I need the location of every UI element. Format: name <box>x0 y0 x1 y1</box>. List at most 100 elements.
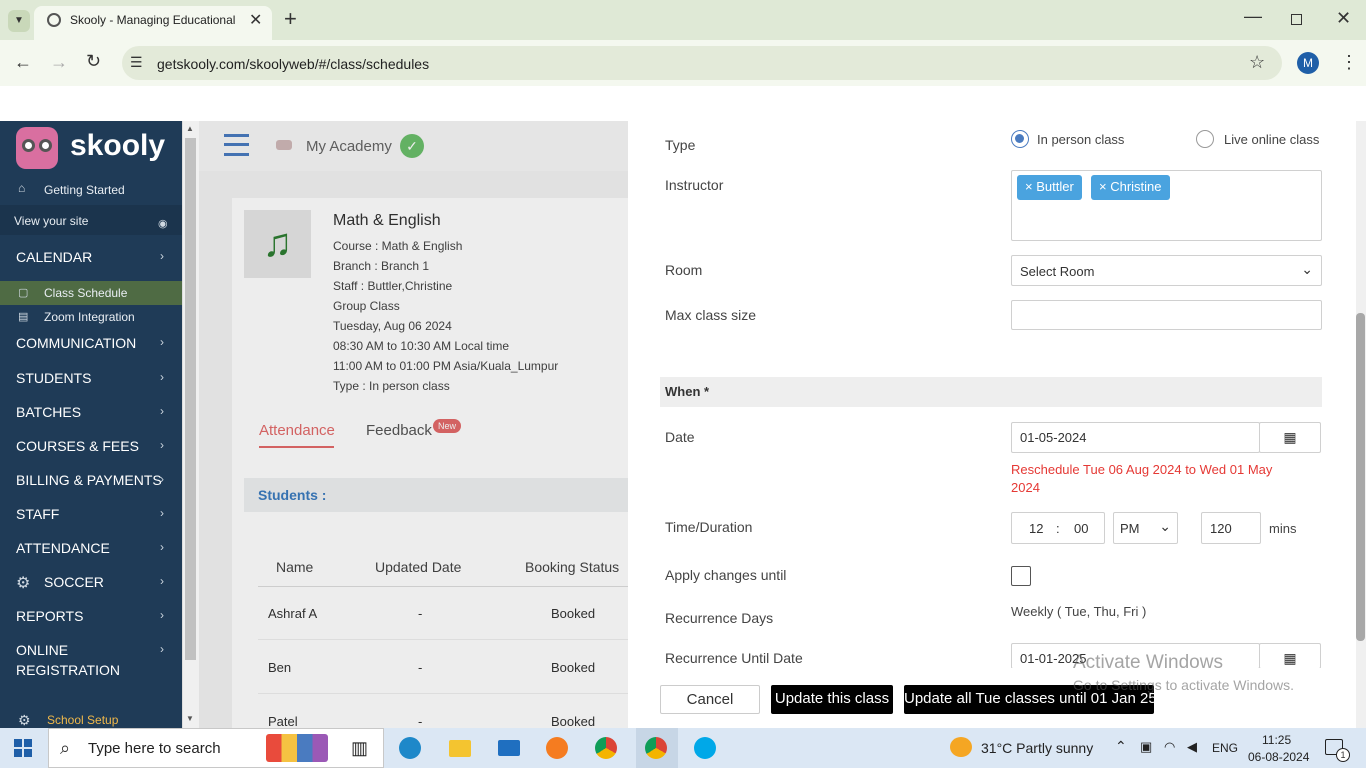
apply-until-label: Apply changes until <box>665 567 787 583</box>
remove-tag-icon[interactable]: × <box>1099 179 1110 194</box>
windows-start-icon[interactable] <box>14 739 32 757</box>
time-input[interactable]: 12 : 00 <box>1011 512 1105 544</box>
zoom-icon: ▤ <box>18 311 29 323</box>
chevron-down-icon: ▼ <box>14 15 24 26</box>
instructor-tag[interactable]: × Buttler <box>1017 175 1082 200</box>
cancel-button[interactable]: Cancel <box>660 685 760 714</box>
firefox-icon[interactable] <box>546 737 568 759</box>
radio-live-online-label[interactable]: Live online class <box>1224 132 1319 147</box>
when-label: When * <box>665 384 710 399</box>
instructor-tag[interactable]: × Christine <box>1091 175 1170 200</box>
chrome-icon[interactable] <box>595 737 617 759</box>
update-this-class-button[interactable]: Update this class <box>771 685 893 714</box>
sidebar: skooly ⌂ Getting Started View your site … <box>0 121 182 728</box>
sidebar-item-calendar[interactable]: CALENDAR <box>16 249 92 265</box>
eye-icon[interactable]: ◉ <box>158 217 168 230</box>
sidebar-item-courses-fees[interactable]: COURSES & FEES <box>16 438 139 454</box>
chevron-right-icon: › <box>160 404 164 418</box>
restore-icon[interactable] <box>1291 14 1302 25</box>
calendar-small-icon: ▢ <box>18 287 29 299</box>
sidebar-scroll-thumb[interactable] <box>185 138 196 660</box>
chevron-right-icon: › <box>160 335 164 349</box>
radio-in-person-label[interactable]: In person class <box>1037 132 1124 147</box>
recurrence-days-value: Weekly ( Tue, Thu, Fri ) <box>1011 604 1147 619</box>
sidebar-item-view-site[interactable]: View your site <box>14 214 88 228</box>
chevron-right-icon: › <box>160 608 164 622</box>
tab-search-button[interactable]: ▼ <box>8 10 30 32</box>
when-section-bar <box>660 377 1322 407</box>
calendar-icon[interactable]: ▦ <box>1259 422 1321 453</box>
school-setup-gear-icon: ⚙ <box>18 712 31 728</box>
back-icon[interactable]: ← <box>14 52 32 73</box>
forward-icon[interactable]: → <box>50 52 68 73</box>
sidebar-item-attendance[interactable]: ATTENDANCE <box>16 540 110 556</box>
page-top-gap <box>0 86 1366 121</box>
chrome-icon[interactable] <box>645 737 667 759</box>
language-indicator[interactable]: ENG <box>1212 741 1238 755</box>
hour-value[interactable]: 12 <box>1029 521 1043 536</box>
chevron-right-icon: › <box>160 438 164 452</box>
weather-icon <box>950 737 972 757</box>
minute-value[interactable]: 00 <box>1074 521 1088 536</box>
meet-now-icon[interactable]: ▣ <box>1140 739 1152 755</box>
radio-live-online[interactable] <box>1196 130 1214 148</box>
chevron-right-icon: › <box>160 506 164 520</box>
close-window-icon[interactable]: ✕ <box>1336 8 1351 29</box>
url-text[interactable]: getskooly.com/skoolyweb/#/class/schedule… <box>157 56 429 72</box>
tray-chevron-up-icon[interactable]: ⌃ <box>1115 738 1127 755</box>
sidebar-item-billing[interactable]: BILLING & PAYMENTS <box>16 472 162 488</box>
calendar-icon[interactable]: ▦ <box>1259 643 1321 669</box>
search-icon: ⌕ <box>60 738 71 758</box>
reload-icon[interactable]: ↻ <box>86 51 101 72</box>
tab-title: Skooly - Managing Educational <box>70 13 236 27</box>
site-settings-icon[interactable]: ☰ <box>130 54 143 71</box>
clock-time[interactable]: 11:25 <box>1262 733 1291 747</box>
sidebar-item-school-setup[interactable]: School Setup <box>47 713 118 727</box>
file-explorer-icon[interactable] <box>449 740 471 757</box>
task-view-icon[interactable]: ▥ <box>351 738 368 759</box>
sidebar-item-staff[interactable]: STAFF <box>16 506 59 522</box>
chevron-right-icon: › <box>160 574 164 588</box>
date-label: Date <box>665 429 695 445</box>
sidebar-item-students[interactable]: STUDENTS <box>16 370 91 386</box>
taskbar-search-placeholder[interactable]: Type here to search <box>88 740 221 757</box>
crayons-icon <box>266 734 328 762</box>
sidebar-item-class-schedule[interactable]: Class Schedule <box>44 286 127 300</box>
recurrence-until-label: Recurrence Until Date <box>665 650 803 666</box>
max-size-input[interactable] <box>1011 300 1322 330</box>
profile-avatar[interactable]: M <box>1297 52 1319 74</box>
clock-date[interactable]: 06-08-2024 <box>1248 750 1309 764</box>
skype-icon[interactable] <box>694 737 716 759</box>
new-tab-icon[interactable]: + <box>284 6 297 32</box>
browser-menu-icon[interactable]: ⋮ <box>1340 52 1358 73</box>
sidebar-item-soccer[interactable]: SOCCER <box>44 574 104 590</box>
edge-icon[interactable] <box>399 737 421 759</box>
sidebar-item-communication[interactable]: COMMUNICATION <box>16 335 136 351</box>
soccer-gear-icon: ⚙ <box>16 575 31 592</box>
duration-input[interactable]: 120 <box>1201 512 1261 544</box>
room-select[interactable]: Select Room ⌄ <box>1011 255 1322 286</box>
sidebar-item-registration[interactable]: REGISTRATION <box>16 662 120 678</box>
bookmark-star-icon[interactable]: ☆ <box>1249 52 1265 73</box>
apply-until-checkbox[interactable] <box>1011 566 1031 586</box>
home-icon: ⌂ <box>18 181 26 195</box>
date-input[interactable]: 01-05-2024 <box>1011 422 1260 453</box>
modal-backdrop[interactable] <box>199 121 628 728</box>
weather-text[interactable]: 31°C Partly sunny <box>981 740 1093 756</box>
scroll-up-icon[interactable]: ▲ <box>186 124 194 133</box>
minimize-icon[interactable]: — <box>1244 6 1262 27</box>
sidebar-item-batches[interactable]: BATCHES <box>16 404 81 420</box>
sidebar-item-online[interactable]: ONLINE <box>16 642 68 658</box>
sidebar-item-getting-started[interactable]: Getting Started <box>44 183 125 197</box>
remove-tag-icon[interactable]: × <box>1025 179 1036 194</box>
mail-icon[interactable] <box>498 740 520 756</box>
tab-close-icon[interactable]: ✕ <box>249 10 262 30</box>
sidebar-item-zoom[interactable]: Zoom Integration <box>44 310 135 324</box>
panel-scroll-thumb[interactable] <box>1356 313 1365 641</box>
ampm-select[interactable]: PM ⌄ <box>1113 512 1178 544</box>
wifi-icon[interactable]: ◠ <box>1164 739 1175 755</box>
scroll-down-icon[interactable]: ▼ <box>186 714 194 723</box>
speaker-icon[interactable]: ◀ <box>1187 739 1197 755</box>
sidebar-item-reports[interactable]: REPORTS <box>16 608 83 624</box>
radio-in-person[interactable] <box>1011 130 1029 148</box>
